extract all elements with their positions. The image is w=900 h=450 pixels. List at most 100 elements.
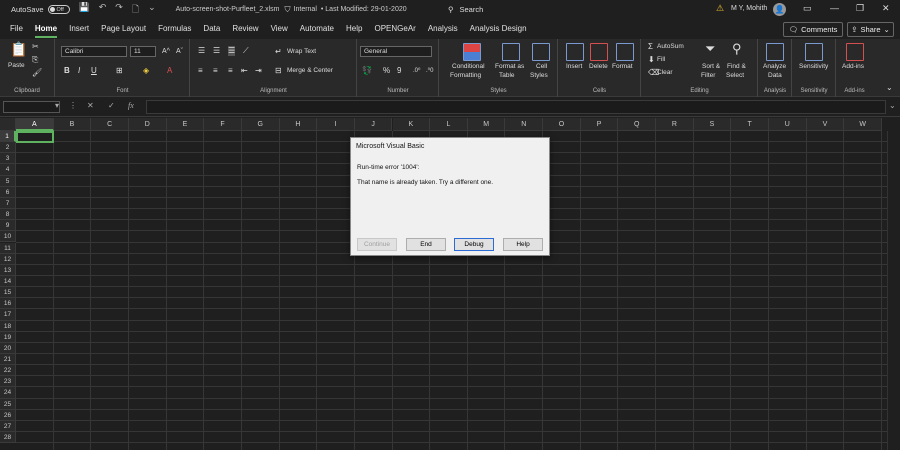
- tab-page-layout[interactable]: Page Layout: [101, 19, 146, 39]
- grow-font-icon[interactable]: A^: [162, 47, 170, 57]
- row-header-21[interactable]: 21: [0, 354, 16, 366]
- row-header-5[interactable]: 5: [0, 175, 16, 187]
- row-header-28[interactable]: 28: [0, 432, 16, 444]
- align-left-icon[interactable]: ≡: [198, 66, 203, 76]
- conditional-formatting-label[interactable]: Conditional: [452, 63, 485, 71]
- column-header-i[interactable]: I: [317, 118, 355, 131]
- analyze-data-label-2[interactable]: Data: [768, 72, 782, 80]
- insert-cells-icon[interactable]: [566, 43, 584, 61]
- analyze-data-icon[interactable]: [766, 43, 784, 61]
- font-name-combo[interactable]: Calibri: [61, 46, 127, 57]
- row-header-23[interactable]: 23: [0, 376, 16, 388]
- number-format-combo[interactable]: General: [360, 46, 432, 57]
- column-header-a[interactable]: A: [16, 118, 54, 131]
- column-header-g[interactable]: G: [241, 118, 280, 131]
- clear-label[interactable]: Clear: [657, 69, 673, 77]
- orientation-icon[interactable]: ⟋: [243, 46, 249, 56]
- vertical-scrollbar[interactable]: [887, 131, 900, 450]
- namebox-dropdown-icon[interactable]: ▾: [55, 101, 59, 110]
- end-button[interactable]: End: [406, 238, 446, 251]
- find-select-icon[interactable]: ⚲: [732, 42, 742, 55]
- column-header-u[interactable]: U: [769, 118, 807, 131]
- tab-help[interactable]: Help: [346, 19, 362, 39]
- column-header-j[interactable]: J: [354, 118, 393, 131]
- addins-icon[interactable]: [846, 43, 864, 61]
- row-header-13[interactable]: 13: [0, 264, 16, 276]
- analyze-data-label[interactable]: Analyze: [763, 63, 786, 71]
- conditional-formatting-icon[interactable]: [463, 43, 481, 61]
- active-cell-a1[interactable]: [16, 131, 54, 143]
- increase-decimal-icon[interactable]: .0⁰: [413, 66, 420, 76]
- italic-icon[interactable]: I: [78, 66, 80, 76]
- format-painter-icon[interactable]: 🖌: [32, 68, 42, 78]
- row-header-9[interactable]: 9: [0, 220, 16, 232]
- tab-formulas[interactable]: Formulas: [158, 19, 191, 39]
- redo-icon[interactable]: ↷: [115, 2, 123, 18]
- debug-button[interactable]: Debug: [454, 238, 494, 251]
- sort-filter-label[interactable]: Sort &: [702, 63, 720, 71]
- delete-cells-label[interactable]: Delete: [589, 63, 608, 71]
- bold-icon[interactable]: B: [64, 66, 70, 76]
- formula-input[interactable]: [146, 100, 886, 114]
- paste-label[interactable]: Paste: [8, 62, 25, 70]
- column-header-c[interactable]: C: [91, 118, 129, 131]
- column-header-w[interactable]: W: [844, 118, 882, 131]
- cell-styles-icon[interactable]: [532, 43, 550, 61]
- find-select-label[interactable]: Find &: [727, 63, 746, 71]
- name-box[interactable]: [3, 101, 60, 113]
- column-header-l[interactable]: L: [430, 118, 468, 131]
- tab-file[interactable]: File: [10, 19, 23, 39]
- sensitivity-icon[interactable]: [805, 43, 823, 61]
- row-header-10[interactable]: 10: [0, 231, 16, 243]
- insert-cells-label[interactable]: Insert: [566, 63, 582, 71]
- row-header-26[interactable]: 26: [0, 409, 16, 421]
- row-header-18[interactable]: 18: [0, 320, 16, 332]
- tab-analysis-design[interactable]: Analysis Design: [470, 19, 527, 39]
- column-header-k[interactable]: K: [392, 118, 431, 131]
- column-header-d[interactable]: D: [128, 118, 167, 131]
- insert-function-icon[interactable]: fx: [128, 101, 134, 110]
- undo-icon[interactable]: ↶: [99, 2, 107, 18]
- row-header-7[interactable]: 7: [0, 197, 16, 210]
- underline-icon[interactable]: U: [91, 66, 97, 76]
- autosum-label[interactable]: AutoSum: [657, 43, 684, 51]
- row-header-6[interactable]: 6: [0, 186, 16, 198]
- copy-icon[interactable]: ⎘: [32, 55, 38, 65]
- row-header-11[interactable]: 11: [0, 242, 16, 254]
- column-header-e[interactable]: E: [166, 118, 205, 131]
- more-options-icon[interactable]: ⋮: [69, 101, 77, 110]
- sort-filter-label-2[interactable]: Filter: [701, 72, 715, 80]
- fill-color-icon[interactable]: ◈: [143, 66, 149, 76]
- select-all-corner[interactable]: [0, 118, 16, 131]
- column-header-s[interactable]: S: [693, 118, 732, 131]
- column-header-b[interactable]: B: [53, 118, 92, 131]
- shrink-font-icon[interactable]: Aˇ: [176, 47, 183, 57]
- row-header-22[interactable]: 22: [0, 365, 16, 377]
- ribbon-display-icon[interactable]: ▭: [803, 3, 812, 14]
- column-header-n[interactable]: N: [505, 118, 544, 131]
- row-header-4[interactable]: 4: [0, 164, 16, 176]
- row-header-15[interactable]: 15: [0, 287, 16, 299]
- customize-qat-icon[interactable]: ⌄: [148, 2, 156, 18]
- row-header-1[interactable]: 1: [0, 131, 16, 143]
- column-header-p[interactable]: P: [580, 118, 619, 131]
- tab-review[interactable]: Review: [232, 19, 258, 39]
- format-as-table-label[interactable]: Format as: [495, 63, 524, 71]
- column-header-m[interactable]: M: [467, 118, 506, 131]
- collapse-ribbon-icon[interactable]: ⌄: [886, 83, 893, 93]
- wrap-text-icon[interactable]: ↵: [275, 47, 282, 57]
- font-size-combo[interactable]: 11: [130, 46, 156, 57]
- row-header-14[interactable]: 14: [0, 275, 16, 288]
- row-header-16[interactable]: 16: [0, 298, 16, 310]
- tab-data[interactable]: Data: [203, 19, 220, 39]
- row-header-20[interactable]: 20: [0, 342, 16, 354]
- cancel-icon[interactable]: ✕: [87, 101, 94, 110]
- comments-button[interactable]: 🗨 Comments: [783, 22, 843, 37]
- column-header-h[interactable]: H: [279, 118, 318, 131]
- delete-cells-icon[interactable]: [590, 43, 608, 61]
- addins-button-label[interactable]: Add-ins: [842, 63, 864, 71]
- cut-icon[interactable]: ✂: [32, 42, 39, 52]
- row-header-8[interactable]: 8: [0, 209, 16, 221]
- conditional-formatting-label-2[interactable]: Formatting: [450, 72, 481, 80]
- decrease-indent-icon[interactable]: ⇤: [241, 66, 248, 76]
